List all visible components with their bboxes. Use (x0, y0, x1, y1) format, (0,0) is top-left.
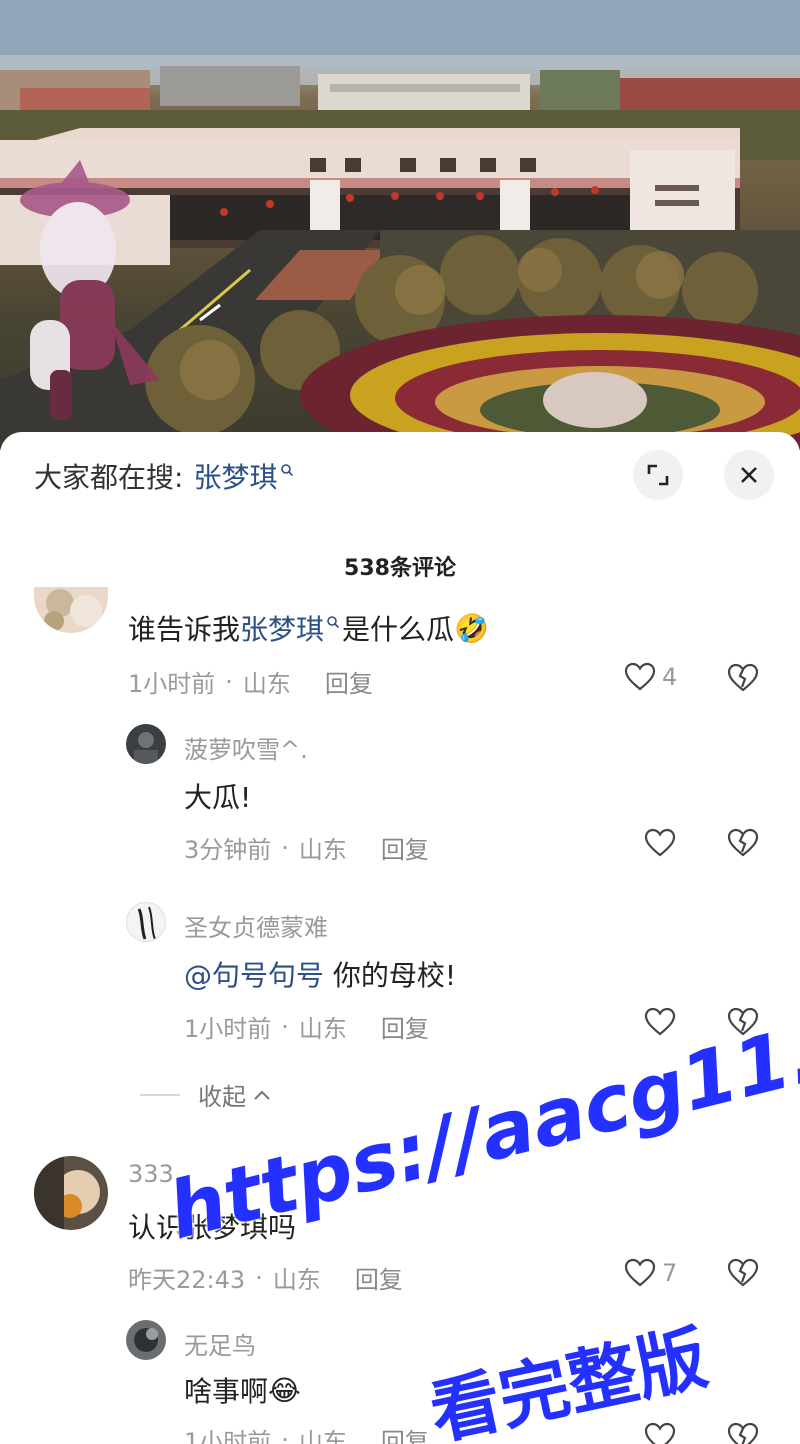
expand-button[interactable] (633, 450, 683, 500)
broken-heart-icon[interactable] (727, 1258, 759, 1288)
broken-heart-icon[interactable] (727, 1422, 759, 1444)
comment-time: 1小时前 (184, 1015, 272, 1043)
username[interactable]: 333 (128, 1160, 174, 1188)
comment-time: 1小时前 (184, 1428, 272, 1444)
emoji-laughing: 🤣 (454, 611, 489, 645)
comment-time: 1小时前 (128, 670, 216, 698)
reply-button[interactable]: 回复 (381, 1422, 429, 1444)
heart-outline-icon (644, 1007, 676, 1036)
collapse-replies-button[interactable]: 收起 (140, 1077, 272, 1112)
broken-heart-icon[interactable] (727, 1007, 759, 1037)
heart-outline-icon (624, 662, 656, 691)
comment-location: 山东 (242, 670, 291, 698)
broken-heart-icon[interactable] (727, 663, 759, 693)
avatar[interactable] (126, 1320, 166, 1360)
video-frame[interactable] (0, 0, 800, 450)
comment-sheet: 大家都在搜: 张梦琪 538条评论 谁告诉我 张梦琪 是什么瓜 🤣 1小时前 ·… (0, 432, 800, 1444)
comment-text: 大瓜! (184, 781, 252, 814)
avatar[interactable] (34, 587, 108, 633)
comment-meta: 1小时前 · 山东 回复 (128, 664, 373, 699)
reply-button[interactable]: 回复 (325, 664, 373, 699)
reply-button[interactable]: 回复 (381, 830, 429, 865)
comment-location: 山东 (298, 1428, 347, 1444)
emoji-laughing: 😂 (268, 1373, 301, 1407)
chevron-up-icon (254, 1090, 270, 1100)
comment-text: 认识张梦琪吗 (128, 1211, 297, 1244)
avatar[interactable] (126, 902, 166, 942)
like-count: 4 (662, 663, 678, 691)
comment-text-part: 啥事啊 (184, 1375, 269, 1408)
comment-text-part: 是什么瓜 (342, 613, 455, 646)
reply-button[interactable]: 回复 (381, 1009, 429, 1044)
like-count: 7 (662, 1259, 678, 1287)
search-icon (281, 464, 294, 477)
like-button[interactable]: 4 (624, 662, 677, 692)
comment-location: 山东 (298, 1015, 347, 1043)
avatar[interactable] (34, 1156, 108, 1230)
avatar[interactable] (126, 724, 166, 764)
username[interactable]: 圣女贞德蒙难 (184, 908, 328, 943)
comment-location: 山东 (272, 1266, 321, 1294)
comment-text: 啥事啊 😂 (184, 1370, 301, 1410)
reply-button[interactable]: 回复 (355, 1260, 403, 1295)
username[interactable]: 菠萝吹雪^. (184, 730, 308, 765)
comment-text-part: 谁告诉我 (128, 613, 241, 646)
trending-search-term[interactable]: 张梦琪 (193, 456, 277, 496)
comment-time: 3分钟前 (184, 836, 272, 864)
divider (140, 1093, 180, 1096)
heart-outline-icon (624, 1258, 656, 1287)
broken-heart-icon[interactable] (727, 828, 759, 858)
like-button[interactable] (644, 1007, 676, 1037)
comment-meta: 昨天22:43 · 山东 回复 (128, 1260, 403, 1295)
comment-count-title: 538条评论 (344, 556, 456, 581)
trending-search-prefix: 大家都在搜: (34, 461, 184, 494)
username[interactable]: 无足鸟 (184, 1326, 256, 1361)
heart-outline-icon (644, 828, 676, 857)
close-icon (741, 467, 757, 483)
collapse-label: 收起 (198, 1083, 246, 1111)
user-mention-link[interactable]: @句号句号 (184, 954, 324, 994)
like-button[interactable] (644, 828, 676, 858)
heart-outline-icon (644, 1422, 676, 1444)
comment-location: 山东 (298, 836, 347, 864)
search-icon (327, 616, 340, 629)
comment-time: 昨天22:43 (128, 1266, 246, 1294)
comment-meta: 1小时前 · 山东 回复 (184, 1422, 429, 1444)
like-button[interactable] (644, 1422, 676, 1444)
close-button[interactable] (724, 450, 774, 500)
comment-text: @句号句号 你的母校! (184, 954, 456, 994)
comment-text-part: 你的母校! (324, 959, 457, 992)
trending-search[interactable]: 大家都在搜: 张梦琪 (34, 454, 294, 498)
like-button[interactable]: 7 (624, 1258, 677, 1288)
comment-text: 谁告诉我 张梦琪 是什么瓜 🤣 (128, 608, 489, 648)
comment-meta: 1小时前 · 山东 回复 (184, 1009, 429, 1044)
expand-icon (647, 464, 669, 486)
comment-meta: 3分钟前 · 山东 回复 (184, 830, 429, 865)
search-keyword-link[interactable]: 张梦琪 (240, 608, 324, 648)
campus-gate-scene (0, 0, 800, 450)
